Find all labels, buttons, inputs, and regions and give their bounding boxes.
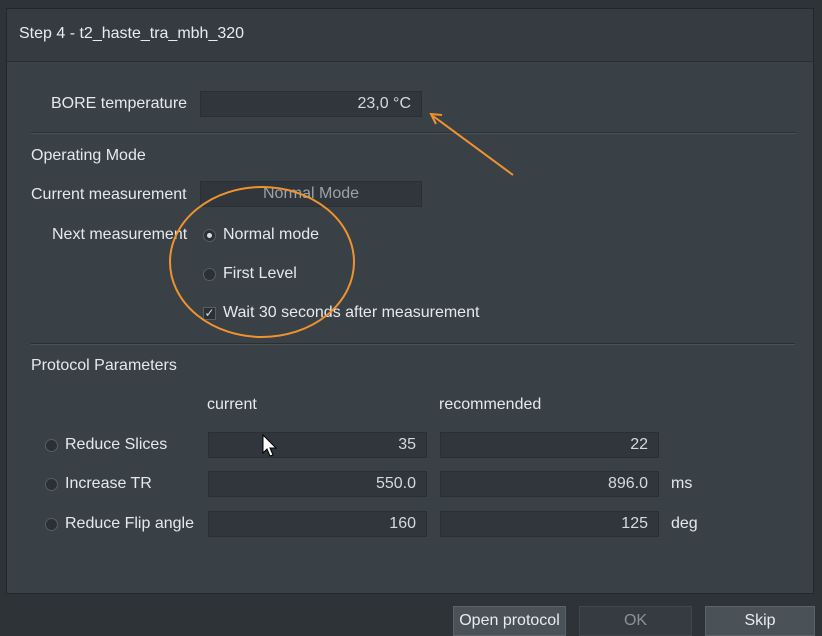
protocol-parameters-heading: Protocol Parameters (31, 357, 177, 374)
reduce-flip-angle-unit: deg (671, 515, 698, 532)
title-bar: Step 4 - t2_haste_tra_mbh_320 (7, 9, 813, 62)
mouse-cursor-icon (262, 434, 278, 457)
increase-tr-current-field: 550.0 (208, 471, 427, 497)
reduce-flip-angle-radio[interactable] (45, 518, 58, 531)
wait-label[interactable]: Wait 30 seconds after measurement (223, 304, 479, 322)
increase-tr-radio[interactable] (45, 478, 58, 491)
reduce-slices-current-field: 35 (208, 432, 427, 458)
first-level-label[interactable]: First Level (223, 265, 297, 283)
button-bar: Open protocol OK Skip (0, 594, 822, 636)
increase-tr-recommended-field: 896.0 (440, 471, 659, 497)
bore-temperature-label: BORE temperature (51, 95, 188, 112)
current-measurement-label: Current measurement (31, 186, 187, 203)
dialog-title: Step 4 - t2_haste_tra_mbh_320 (19, 25, 245, 42)
bore-temperature-field: 23,0 °C (200, 91, 422, 117)
separator-middle (31, 343, 795, 345)
normal-mode-label[interactable]: Normal mode (223, 226, 319, 244)
column-recommended-header: recommended (439, 396, 542, 413)
current-measurement-field: Normal Mode (200, 181, 422, 207)
reduce-slices-label[interactable]: Reduce Slices (65, 436, 167, 454)
dialog-content: BORE temperature 23,0 °C Operating Mode … (7, 62, 813, 593)
column-current-header: current (207, 396, 257, 413)
increase-tr-unit: ms (671, 475, 693, 492)
normal-mode-radio[interactable] (203, 229, 216, 242)
reduce-slices-radio[interactable] (45, 439, 58, 452)
next-measurement-label: Next measurement (52, 226, 188, 243)
dialog-window: Step 4 - t2_haste_tra_mbh_320 BORE tempe… (6, 8, 814, 594)
reduce-flip-angle-label[interactable]: Reduce Flip angle (65, 515, 194, 533)
reduce-slices-recommended-field: 22 (440, 432, 659, 458)
first-level-radio[interactable] (203, 268, 216, 281)
reduce-flip-angle-current-field: 160 (208, 511, 427, 537)
wait-checkbox[interactable]: ✓ (203, 307, 216, 320)
reduce-flip-angle-recommended-field: 125 (440, 511, 659, 537)
increase-tr-label[interactable]: Increase TR (65, 475, 152, 493)
separator-top (31, 132, 795, 134)
operating-mode-heading: Operating Mode (31, 147, 146, 164)
